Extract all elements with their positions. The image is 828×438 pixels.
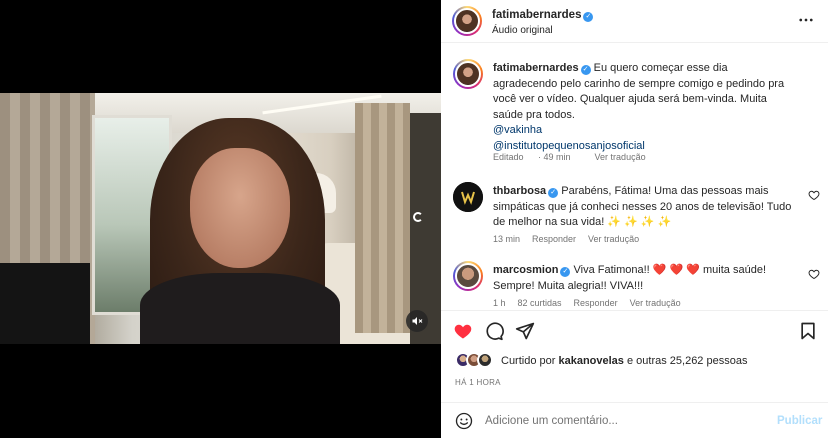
comment-text: thbarbosa ✓ Parabéns, Fátima! Uma das pes… (493, 184, 793, 231)
caption-username[interactable]: fatimabernardes (493, 62, 579, 74)
verified-badge-icon: ✓ (548, 188, 559, 198)
comment-text: marcosmion ✓ Viva Fatimona!! ❤️ ❤️ ❤️ mui… (493, 263, 793, 294)
more-horizontal-icon (799, 18, 813, 22)
liker-username[interactable]: kakanovelas (558, 355, 623, 367)
avatar[interactable] (453, 59, 483, 89)
spinner-icon (413, 212, 423, 222)
comment-username[interactable]: marcosmion (493, 264, 558, 276)
header-username[interactable]: fatimabernardes (492, 9, 581, 21)
edited-label: Editado · 49 min (493, 152, 571, 162)
translate-link[interactable]: Ver tradução (588, 234, 639, 244)
comment-icon[interactable] (484, 321, 504, 341)
likes-text: Curtido por kakanovelas e outras 25,262 … (501, 355, 748, 367)
add-comment-bar: Publicar (441, 402, 828, 438)
verified-badge-icon: ✓ (583, 12, 594, 22)
likes-summary[interactable]: Curtido por kakanovelas e outras 25,262 … (455, 352, 815, 372)
bookmark-icon[interactable] (798, 321, 818, 341)
comment-meta: 13 min Responder Ver tradução (493, 234, 651, 244)
heart-filled-icon[interactable] (453, 321, 473, 341)
video-person-face (190, 148, 290, 268)
comment-username[interactable]: thbarbosa (493, 185, 546, 197)
video-scene-curtain-right (355, 103, 410, 333)
caption-text: fatimabernardes ✓ Eu quero começar esse d… (493, 61, 793, 155)
send-icon[interactable] (515, 321, 535, 341)
translate-link[interactable]: Ver tradução (630, 298, 681, 308)
avatar[interactable] (453, 182, 483, 212)
verified-badge-icon: ✓ (560, 267, 571, 277)
post-header: fatimabernardes ✓ Áudio original (441, 0, 828, 43)
header-username-row: fatimabernardes ✓ (492, 9, 594, 22)
speaker-muted-icon (412, 317, 423, 325)
comment-likes[interactable]: 82 curtidas (518, 298, 562, 308)
heart-outline-icon[interactable] (808, 268, 820, 280)
comment-meta: 1 h 82 curtidas Responder Ver tradução (493, 298, 693, 308)
heart-outline-icon[interactable] (808, 189, 820, 201)
mute-button[interactable] (406, 310, 428, 332)
action-bar (441, 310, 828, 350)
comments-list[interactable]: fatimabernardes ✓ Eu quero começar esse d… (441, 44, 828, 310)
post-comment-button[interactable]: Publicar (777, 415, 822, 427)
verified-badge-icon: ✓ (580, 65, 591, 75)
video-person-body (140, 273, 340, 344)
caption-meta: Editado · 49 min Ver tradução (493, 152, 658, 162)
more-options-button[interactable] (797, 11, 815, 32)
liker-avatar (477, 352, 493, 368)
avatar[interactable] (453, 261, 483, 291)
post-details-panel: fatimabernardes ✓ Áudio original fatimabe… (441, 0, 828, 438)
reply-link[interactable]: Responder (532, 234, 576, 244)
video-scene-piano (0, 263, 90, 344)
comment-input[interactable] (485, 411, 765, 431)
post-timestamp: HÁ 1 HORA (455, 378, 501, 387)
thbarbosa-logo-icon (453, 182, 483, 212)
emoji-icon[interactable] (455, 412, 473, 430)
comment-time: 13 min (493, 234, 521, 244)
translate-link[interactable]: Ver tradução (595, 152, 646, 162)
video-player[interactable] (0, 93, 441, 344)
reply-link[interactable]: Responder (574, 298, 618, 308)
audio-label[interactable]: Áudio original (492, 25, 553, 36)
post-media[interactable] (0, 0, 441, 438)
avatar[interactable] (452, 6, 482, 36)
mention-link[interactable]: @vakinha (493, 123, 793, 139)
comment-time: 1 h (493, 298, 506, 308)
